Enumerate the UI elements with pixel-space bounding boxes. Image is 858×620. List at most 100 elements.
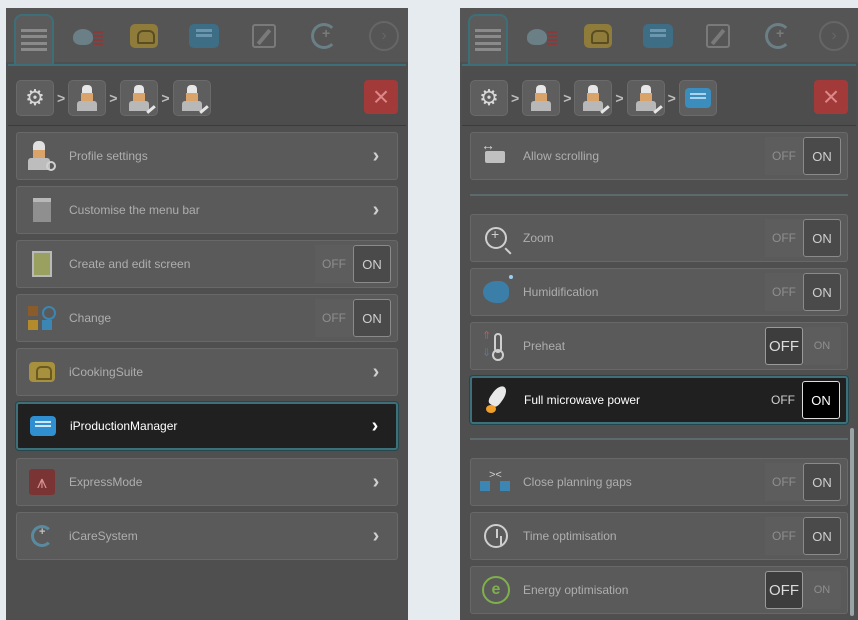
rocket-icon [480,383,514,417]
list-item-label: Close planning gaps [523,475,632,489]
iproductionmanager-icon[interactable] [638,16,678,56]
close-icon: × [372,81,390,112]
list-item-expressmode[interactable]: ⩚ ExpressMode › [16,458,398,506]
toggle-on[interactable]: ON [802,381,840,419]
list-item-allow-scrolling: Allow scrolling OFF ON [470,132,848,180]
list-item-label: iCookingSuite [69,365,144,379]
toggle-on[interactable]: ON [803,571,841,609]
toggle-off[interactable]: OFF [765,327,803,365]
list-item-label: Zoom [523,231,554,245]
toggle-on[interactable]: ON [353,245,391,283]
list-item-icaresystem[interactable]: iCareSystem › [16,512,398,560]
chef-edit-icon[interactable] [574,80,613,116]
list-item-zoom: Zoom OFF ON [470,214,848,262]
list-item-icookingsuite[interactable]: iCookingSuite › [16,348,398,396]
on-off-toggle[interactable]: OFF ON [765,327,841,365]
time-optimisation-icon [479,519,513,553]
chef-icon[interactable] [68,80,107,116]
toggle-off[interactable]: OFF [764,381,802,419]
list-item-humidification: Humidification OFF ON [470,268,848,316]
on-off-toggle[interactable]: OFF ON [765,571,841,609]
on-off-toggle[interactable]: OFF ON [765,517,841,555]
toggle-off[interactable]: OFF [765,571,803,609]
breadcrumb: ⚙ > > > > × [462,64,856,126]
on-off-toggle[interactable]: OFF ON [315,245,391,283]
toggle-off[interactable]: OFF [315,299,353,337]
chef-icon[interactable] [522,80,561,116]
list-item-label: iCareSystem [69,529,138,543]
edit-icon[interactable] [244,16,284,56]
list-item-label: Preheat [523,339,566,353]
next-icon[interactable]: › [364,16,404,56]
profile-settings-icon [25,139,59,173]
toggle-off[interactable]: OFF [765,463,803,501]
toggle-off[interactable]: OFF [765,219,803,257]
gear-icon[interactable]: ⚙ [470,80,508,116]
icookingsuite-icon[interactable] [578,16,618,56]
list-item-change: Change OFF ON [16,294,398,342]
toggle-on[interactable]: ON [803,517,841,555]
settings-panel-left: › ⚙ > > > × Profile settings › Customise… [6,8,408,620]
on-off-toggle[interactable]: OFF ON [764,381,840,419]
create-edit-icon [25,247,59,281]
list-item-customise-menu-bar[interactable]: Customise the menu bar › [16,186,398,234]
list-item-label: Create and edit screen [69,257,191,271]
toggle-off[interactable]: OFF [765,137,803,175]
list-item-label: Energy optimisation [523,583,629,597]
close-icon: × [822,81,840,112]
on-off-toggle[interactable]: OFF ON [765,137,841,175]
iproductionmanager-icon[interactable] [184,16,224,56]
icaresystem-icon[interactable] [758,16,798,56]
list-item-preheat: ⇑ ⇓ Preheat OFF ON [470,322,848,370]
wash-icon[interactable] [68,16,108,56]
divider [470,194,848,196]
close-button[interactable]: × [814,80,848,114]
toggle-on[interactable]: ON [803,463,841,501]
toggle-on[interactable]: ON [803,219,841,257]
menu-toolbar: › [6,8,408,64]
next-icon[interactable]: › [814,16,854,56]
on-off-toggle[interactable]: OFF ON [315,299,391,337]
menu-bar-icon [25,193,59,227]
iproductionmanager-icon[interactable] [678,80,717,116]
divider [470,438,848,440]
toggle-off[interactable]: OFF [315,245,353,283]
preheat-icon: ⇑ ⇓ [479,329,513,363]
list-item-label: ExpressMode [69,475,143,489]
close-button[interactable]: × [364,80,398,114]
toggle-on[interactable]: ON [803,327,841,365]
list-item-label: Profile settings [69,149,148,163]
scrollbar[interactable] [850,428,854,616]
list-item-iproductionmanager[interactable]: iProductionManager › [16,402,398,450]
toggle-off[interactable]: OFF [765,517,803,555]
on-off-toggle[interactable]: OFF ON [765,273,841,311]
on-off-toggle[interactable]: OFF ON [765,463,841,501]
chef-edit-icon[interactable] [172,80,211,116]
toggle-off[interactable]: OFF [765,273,803,311]
chevron-right-icon: › [372,144,380,167]
expressmode-icon: ⩚ [25,465,59,499]
humidification-icon [479,275,513,309]
list-item-label: Humidification [523,285,599,299]
icaresystem-icon[interactable] [304,16,344,56]
list-item-label: iProductionManager [70,419,178,433]
wash-icon[interactable] [522,16,562,56]
list-item-energy-optimisation: e Energy optimisation OFF ON [470,566,848,614]
list-item-label: Customise the menu bar [69,203,200,217]
menu-icon[interactable] [468,14,508,64]
chef-edit-icon[interactable] [626,80,665,116]
toggle-on[interactable]: ON [803,137,841,175]
chevron-right-icon: › [372,360,380,383]
menu-icon[interactable] [14,14,54,64]
gear-icon[interactable]: ⚙ [16,80,54,116]
toggle-on[interactable]: ON [353,299,391,337]
list-item-profile-settings[interactable]: Profile settings › [16,132,398,180]
chef-edit-icon[interactable] [120,80,159,116]
icookingsuite-icon[interactable] [124,16,164,56]
edit-icon[interactable] [698,16,738,56]
change-icon [25,301,59,335]
toggle-on[interactable]: ON [803,273,841,311]
on-off-toggle[interactable]: OFF ON [765,219,841,257]
list-item-label: Allow scrolling [523,149,600,163]
list-item-create-edit-screen: Create and edit screen OFF ON [16,240,398,288]
